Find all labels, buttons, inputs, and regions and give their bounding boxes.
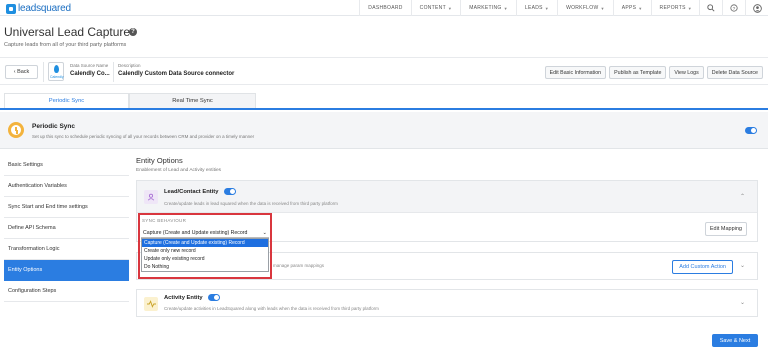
chevron-down-icon[interactable]: ⌄ (740, 262, 745, 269)
main-nav: DASHBOARD CONTENT ▼ MARKETING ▼ LEADS ▼ WOR… (359, 0, 700, 16)
chevron-down-icon: ▼ (600, 5, 605, 11)
logo-icon (6, 3, 16, 14)
edit-mapping-button[interactable]: Edit Mapping (704, 222, 747, 236)
sidebar-item-transformation-logic[interactable]: Transformation Logic (4, 239, 129, 260)
option-capture[interactable]: Capture (Create and Update existing) Rec… (142, 239, 268, 247)
sidebar-item-configuration-steps[interactable]: Configuration Steps (4, 281, 129, 302)
page-title: Universal Lead Capture (4, 25, 131, 39)
lead-entity-header: Lead/Contact Entity Create/update leads … (137, 181, 757, 213)
toolbar-actions: Edit Basic Information Publish as Templa… (544, 66, 763, 79)
sidebar-item-basic-settings[interactable]: Basic Settings (4, 155, 129, 176)
nav-marketing[interactable]: MARKETING ▼ (460, 0, 516, 16)
sync-behaviour-label: SYNC BEHAVIOUR (142, 218, 187, 223)
sidebar-item-sync-time-settings[interactable]: Sync Start and End time settings (4, 197, 129, 218)
tab-periodic-sync[interactable]: Periodic Sync (4, 93, 129, 108)
lead-entity-desc: Create/update leads in lead squared when… (164, 201, 338, 206)
nav-dashboard[interactable]: DASHBOARD (359, 0, 410, 16)
save-next-button[interactable]: Save & Next (712, 334, 758, 347)
sidebar-item-authentication-variables[interactable]: Authentication Variables (4, 176, 129, 197)
activity-entity-card: Activity Entity Create/update activities… (136, 289, 758, 317)
settings-sidebar: Basic Settings Authentication Variables … (4, 155, 129, 302)
data-source-description: Description Calendly Custom Data Source … (118, 63, 235, 77)
periodic-sync-title: Periodic Sync (32, 123, 75, 130)
chevron-down-icon[interactable]: ⌄ (740, 299, 745, 306)
chevron-down-icon: ▼ (687, 5, 692, 11)
calendly-icon (54, 65, 59, 73)
option-do-nothing[interactable]: Do Nothing (142, 263, 268, 271)
sync-tabs: Periodic Sync Real Time Sync (0, 93, 768, 110)
user-icon[interactable] (745, 0, 768, 16)
publish-template-button[interactable]: Publish as Template (609, 66, 667, 79)
edit-basic-info-button[interactable]: Edit Basic Information (544, 66, 607, 79)
app-logo[interactable]: leadsquared (6, 3, 71, 14)
periodic-sync-toggle[interactable] (745, 127, 757, 134)
data-source-logo: Calendly (48, 62, 64, 81)
sync-behaviour-options: Capture (Create and Update existing) Rec… (141, 238, 269, 272)
chevron-down-icon: ⌄ (262, 229, 267, 236)
periodic-sync-desc: Set up this sync to schedule periodic sy… (32, 134, 255, 139)
lead-contact-icon (144, 190, 158, 204)
svg-text:?: ? (733, 6, 736, 12)
help-icon[interactable]: ? (722, 0, 745, 16)
divider (113, 62, 114, 82)
nav-content[interactable]: CONTENT ▼ (410, 0, 461, 16)
activity-entity-toggle[interactable] (208, 294, 220, 301)
logo-text: leadsquared (18, 3, 71, 14)
data-source-name: Data Source Name Calendly Co... (70, 63, 110, 77)
top-navbar: leadsquared DASHBOARD CONTENT ▼ MARKETING… (0, 0, 768, 16)
info-help-icon[interactable]: ? (129, 28, 137, 36)
section-subtitle: Enablement of Lead and Activity entities (136, 168, 222, 173)
nav-leads[interactable]: LEADS ▼ (515, 0, 557, 16)
divider (43, 62, 44, 82)
chevron-down-icon: ▼ (447, 5, 453, 11)
chevron-down-icon: ▼ (503, 5, 508, 11)
activity-pulse-icon (144, 297, 158, 311)
periodic-sync-banner: Periodic Sync Set up this sync to schedu… (0, 112, 768, 149)
page-subtitle: Capture leads from all of your third par… (4, 42, 127, 48)
chevron-down-icon: ▼ (638, 5, 643, 11)
chevron-down-icon: ▼ (544, 5, 550, 11)
sync-behaviour-select[interactable]: Capture (Create and Update existing) Rec… (141, 228, 269, 238)
view-logs-button[interactable]: View Logs (669, 66, 704, 79)
chevron-up-icon[interactable]: ⌃ (740, 193, 745, 200)
option-update-only[interactable]: Update only existing record (142, 255, 268, 263)
search-icon[interactable] (699, 0, 722, 16)
nav-apps[interactable]: APPS ▼ (612, 0, 651, 16)
tab-real-time-sync[interactable]: Real Time Sync (129, 93, 256, 108)
sidebar-item-entity-options[interactable]: Entity Options (4, 260, 129, 281)
sidebar-item-define-api-schema[interactable]: Define API Schema (4, 218, 129, 239)
activity-entity-title: Activity Entity (164, 295, 203, 301)
option-create-only[interactable]: Create only new record (142, 247, 268, 255)
back-button[interactable]: ‹ Back (5, 65, 38, 79)
lead-entity-toggle[interactable] (224, 188, 236, 195)
data-source-toolbar: ‹ Back Calendly Data Source Name Calendl… (0, 57, 768, 85)
section-title: Entity Options (136, 156, 183, 165)
nav-workflow[interactable]: WORKFLOW ▼ (557, 0, 613, 16)
delete-data-source-button[interactable]: Delete Data Source (706, 66, 763, 79)
clock-icon (8, 122, 24, 138)
add-custom-action-button[interactable]: Add Custom Action (672, 260, 733, 274)
custom-action-desc: manage param mappings (273, 263, 325, 268)
lead-entity-title: Lead/Contact Entity (164, 189, 219, 195)
nav-icons: ? (699, 0, 768, 16)
activity-entity-desc: Create/update activities in LeadSquared … (164, 306, 379, 311)
nav-reports[interactable]: REPORTS ▼ (650, 0, 700, 16)
